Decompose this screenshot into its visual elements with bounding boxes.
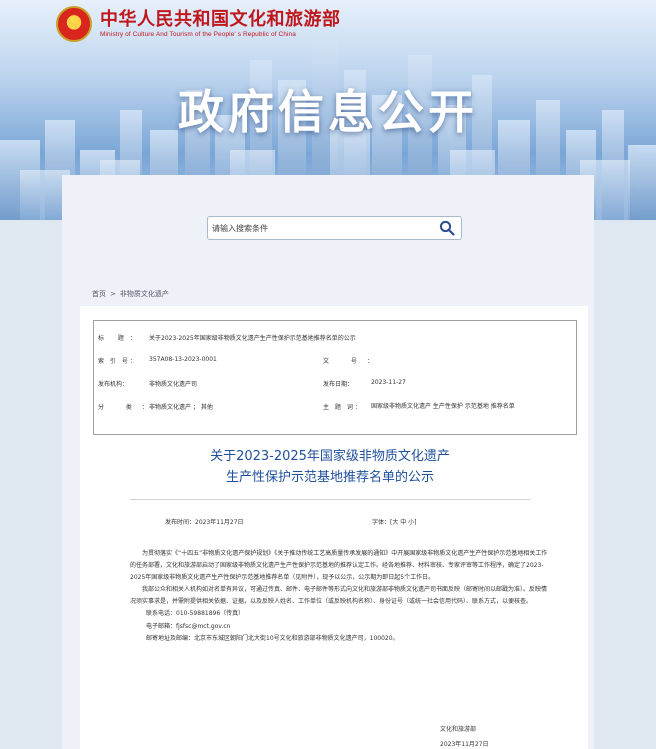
breadcrumb-home-link[interactable]: 首页: [92, 289, 106, 299]
search-box: [207, 216, 462, 240]
article-title-line-2: 生产性保护示范基地推荐名单的公示: [225, 470, 434, 485]
org-name-cn: 中华人民共和国文化和旅游部: [100, 8, 341, 30]
meta-subject-label: 主 题 词：: [323, 404, 363, 411]
publish-time: 发布时间：2023年11月27日: [165, 519, 244, 526]
org-name-en: Ministry of Culture And Tourism of the P…: [100, 30, 296, 38]
search-icon[interactable]: [439, 220, 455, 236]
meta-org-label: 发布机构：: [98, 381, 129, 388]
meta-category-value: 非物质文化遗产 ； 其他: [149, 404, 213, 411]
article-title: 关于2023-2025年国家级非物质文化遗产 生产性保护示范基地推荐名单的公示: [160, 446, 500, 488]
search-input[interactable]: [208, 217, 434, 239]
ministry-logo[interactable]: 中华人民共和国文化和旅游部 Ministry of Culture And To…: [56, 6, 341, 42]
contact-email: 电子邮箱：fjsfsc@mct.gov.cn: [146, 622, 231, 630]
signature-org: 文化和旅游部: [440, 726, 477, 733]
national-emblem-icon: [56, 6, 92, 42]
breadcrumb: 首页 > 非物质文化遗产: [92, 289, 169, 299]
breadcrumb-separator: >: [110, 290, 116, 298]
meta-subject-value: 国家级非物质文化遗产 生产性保护 示范基地 推荐名单: [371, 403, 515, 410]
meta-date-label: 发布日期：: [323, 381, 354, 388]
article-paragraph-2: 我部公众和相关人机构如对名单有异议，可通过传真、邮件、电子邮件等形式向文化和旅游…: [130, 586, 548, 606]
article-body: 为贯彻落实《“十四五”非物质文化遗产保护规划》《关于推动传统工艺高质量传承发展的…: [130, 548, 550, 645]
logo-text-group: 中华人民共和国文化和旅游部 Ministry of Culture And To…: [100, 8, 341, 39]
meta-date-value: 2023-11-27: [371, 379, 406, 386]
meta-docno-label: 文 号：: [323, 358, 383, 365]
breadcrumb-current-link[interactable]: 非物质文化遗产: [120, 289, 169, 299]
meta-index-label: 索 引 号：: [98, 358, 138, 365]
meta-index-value: 357A08-13-2023-0001: [149, 356, 217, 363]
meta-title-value: 关于2023-2025年国家级非物质文化遗产生产性保护示范基地推荐名单的公示: [149, 335, 356, 342]
article-paragraph-1: 为贯彻落实《“十四五”非物质文化遗产保护规划》《关于推动传统工艺高质量传承发展的…: [130, 550, 548, 582]
meta-org-value: 非物质文化遗产司: [149, 381, 198, 388]
font-size-switcher[interactable]: 字体：[大 中 小]: [372, 517, 417, 526]
meta-title-label: 标 题：: [98, 335, 142, 342]
title-divider: [130, 499, 530, 500]
banner-title: 政府信息公开: [178, 85, 478, 139]
article-title-line-1: 关于2023-2025年国家级非物质文化遗产: [210, 449, 450, 464]
signature-date: 2023年11月27日: [440, 741, 489, 748]
contact-address: 邮寄地址及邮编：北京市东城区朝阳门北大街10号文化和旅游部非物质文化遗产司，10…: [146, 634, 399, 642]
contact-phone: 联系电话：010-59881896（传真）: [146, 610, 245, 618]
metadata-table: 标 题： 关于2023-2025年国家级非物质文化遗产生产性保护示范基地推荐名单…: [93, 320, 577, 435]
